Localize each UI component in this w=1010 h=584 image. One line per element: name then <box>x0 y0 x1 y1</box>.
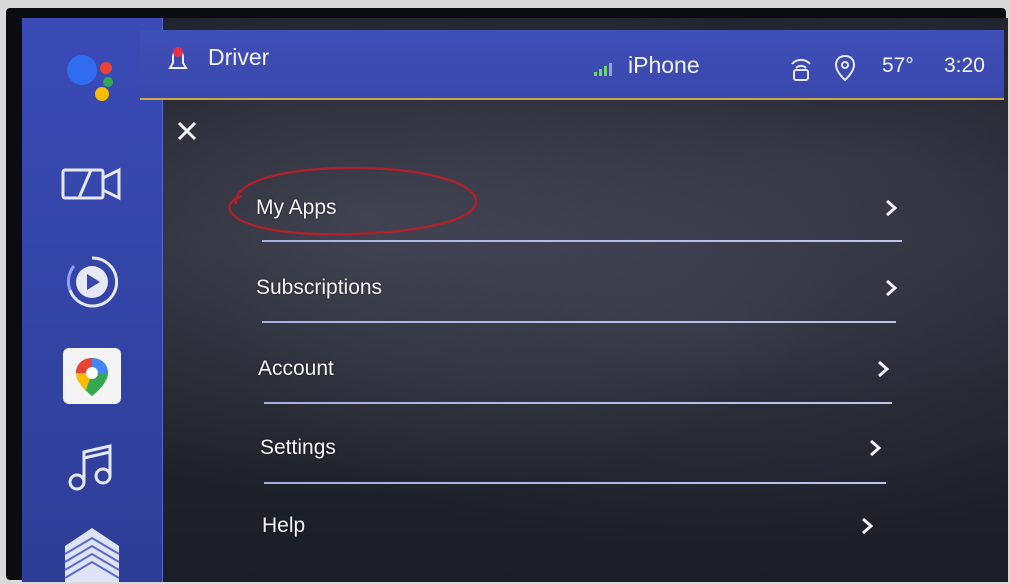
red-circle-annotation <box>228 166 478 236</box>
menu-item-label: Settings <box>260 436 336 459</box>
building-icon[interactable] <box>57 524 127 584</box>
left-rail <box>22 18 163 582</box>
chevron-right-icon <box>860 420 890 476</box>
status-bar: Driver iPhone 57° 3:20 <box>140 30 1004 100</box>
profile-alert-icon[interactable] <box>164 46 192 79</box>
divider <box>262 321 896 323</box>
music-note-icon[interactable] <box>62 438 122 498</box>
chevron-right-icon <box>868 341 898 397</box>
menu-item-label: Subscriptions <box>256 276 383 299</box>
wifi-hotspot-icon <box>788 54 814 87</box>
clock: 3:20 <box>944 54 985 77</box>
menu-item-label: Help <box>262 514 306 537</box>
chevron-right-icon <box>876 260 906 316</box>
phone-name[interactable]: iPhone <box>628 52 700 79</box>
chevron-right-icon <box>876 180 906 236</box>
divider <box>264 402 892 404</box>
close-icon[interactable] <box>172 116 202 146</box>
temperature: 57° <box>882 54 914 77</box>
play-icon[interactable] <box>62 252 122 312</box>
signal-strength-icon <box>592 58 616 83</box>
menu-item-subscriptions[interactable]: Subscriptions <box>256 260 906 316</box>
profile-name[interactable]: Driver <box>208 44 269 71</box>
menu-item-label: Account <box>258 357 334 380</box>
menu-item-help[interactable]: Help <box>262 498 882 554</box>
google-assistant-icon[interactable] <box>62 42 122 106</box>
divider <box>264 482 886 484</box>
location-pin-icon <box>834 54 856 87</box>
menu-item-account[interactable]: Account <box>258 341 898 397</box>
chevron-right-icon <box>852 498 882 554</box>
menu-item-settings[interactable]: Settings <box>260 420 890 476</box>
google-maps-icon[interactable] <box>63 348 121 404</box>
camera-icon[interactable] <box>57 162 127 206</box>
